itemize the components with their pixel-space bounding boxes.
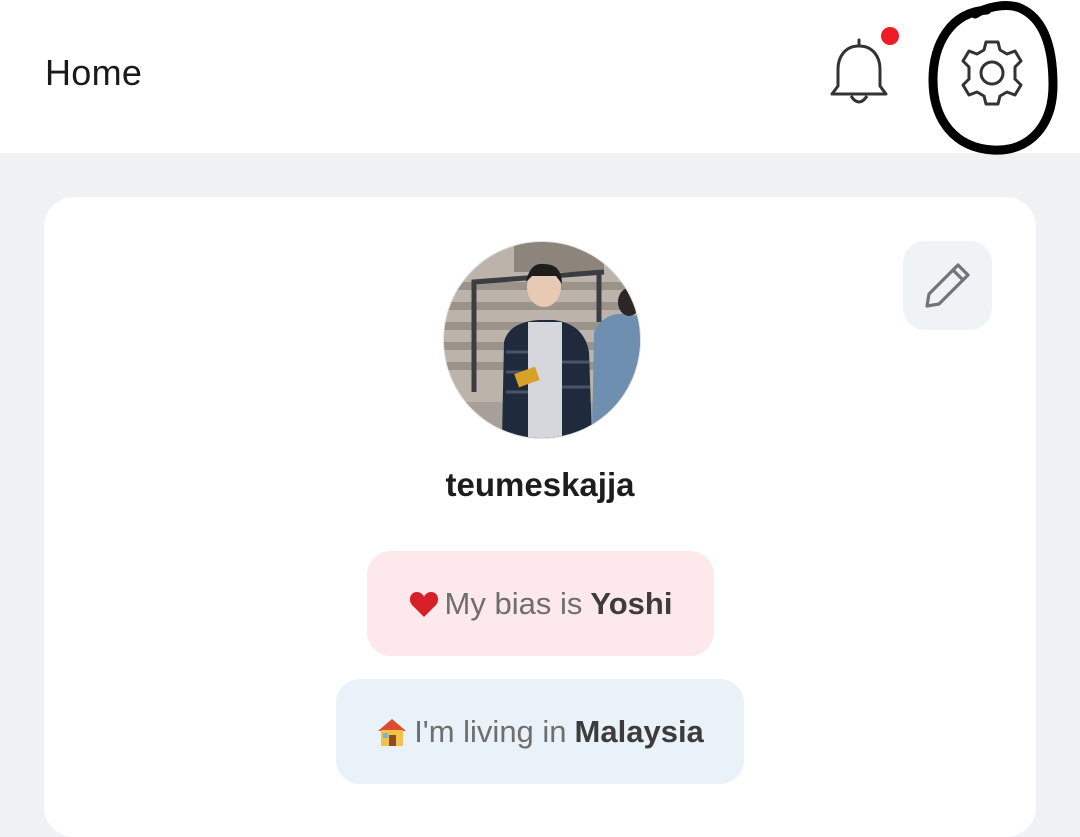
bell-icon[interactable] [826, 38, 892, 108]
profile-photo [444, 242, 640, 438]
notification-badge [881, 27, 899, 45]
bias-value: Yoshi [590, 585, 673, 621]
annotation-circle [928, 1, 1058, 155]
heart-icon [409, 590, 439, 618]
bias-label: My bias is [444, 585, 583, 621]
avatar[interactable] [443, 241, 641, 439]
page-title: Home [45, 52, 143, 93]
pencil-icon [925, 263, 970, 308]
house-icon [376, 717, 408, 747]
location-label: I'm living in [414, 713, 567, 749]
username: teumeskajja [445, 466, 635, 503]
location-chip: I'm living in Malaysia [336, 679, 744, 784]
edit-profile-button[interactable] [903, 241, 992, 330]
top-bar: Home [0, 0, 1080, 155]
bias-chip: My bias is Yoshi [367, 551, 714, 656]
location-value: Malaysia [574, 713, 704, 749]
